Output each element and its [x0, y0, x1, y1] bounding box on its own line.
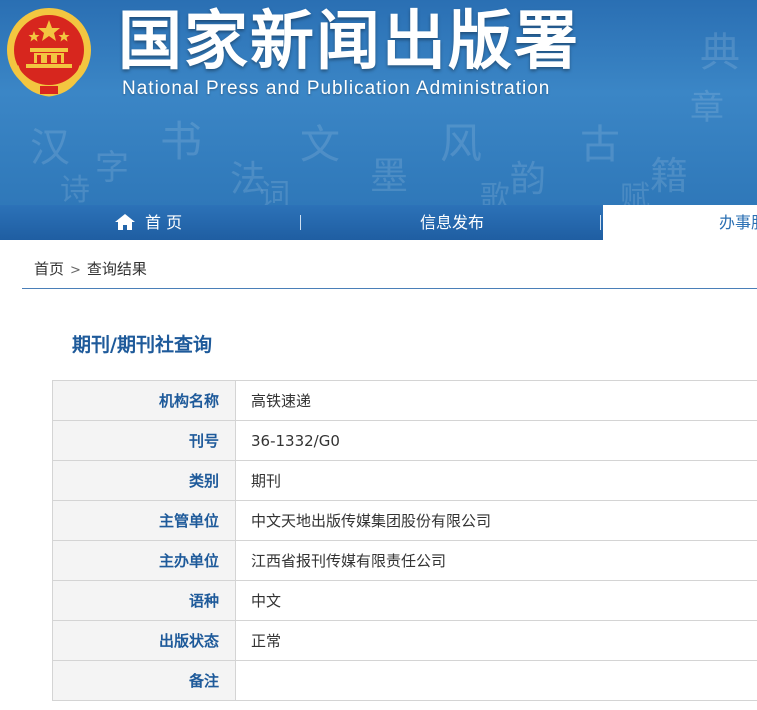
site-title-cn: 国家新闻出版署 [118, 5, 580, 79]
row-value: 高铁速递 [235, 380, 757, 421]
row-value: 正常 [235, 620, 757, 661]
site-title-en: National Press and Publication Administr… [122, 78, 551, 99]
row-label: 出版状态 [52, 620, 236, 661]
nav-divider [600, 215, 601, 230]
row-label: 备注 [52, 660, 236, 701]
nav-divider [300, 215, 301, 230]
nav-item-info[interactable]: 信息发布 [420, 205, 484, 240]
nav-home-label: 首 页 [145, 213, 183, 232]
row-label: 主办单位 [52, 540, 236, 581]
row-value: 江西省报刊传媒有限责任公司 [235, 540, 757, 581]
nav-services-label: 办事服务 [719, 213, 757, 232]
row-label: 主管单位 [52, 500, 236, 541]
row-value [235, 660, 757, 701]
main-nav: 首 页 信息发布 办事服务 [0, 205, 757, 240]
result-table: 机构名称 高铁速递 刊号 36-1332/G0 类别 期刊 主管单位 中文天地出版传媒集团股份… [52, 380, 757, 701]
row-label: 语种 [52, 580, 236, 621]
table-row: 刊号 36-1332/G0 [52, 420, 757, 461]
site-header: 汉 字 书 法 文 墨 风 韵 古 籍 典 章 诗 词 歌 赋 国家新闻出版署 … [0, 0, 757, 205]
row-value: 36-1332/G0 [235, 420, 757, 461]
table-row: 类别 期刊 [52, 460, 757, 501]
nav-item-home[interactable]: 首 页 [115, 205, 182, 240]
nav-info-label: 信息发布 [420, 213, 485, 232]
row-value: 中文 [235, 580, 757, 621]
breadcrumb-separator: > [70, 263, 81, 278]
table-row: 主管单位 中文天地出版传媒集团股份有限公司 [52, 500, 757, 541]
row-label: 类别 [52, 460, 236, 501]
row-value: 中文天地出版传媒集团股份有限公司 [235, 500, 757, 541]
row-label: 刊号 [52, 420, 236, 461]
national-emblem-icon [7, 8, 91, 97]
breadcrumb: 首页 > 查询结果 [34, 258, 147, 279]
table-row: 主办单位 江西省报刊传媒有限责任公司 [52, 540, 757, 581]
page-title: 期刊/期刊社查询 [72, 334, 212, 356]
row-label: 机构名称 [52, 380, 236, 421]
table-row: 语种 中文 [52, 580, 757, 621]
breadcrumb-home-link[interactable]: 首页 [34, 260, 64, 278]
table-row: 备注 [52, 660, 757, 701]
table-row: 机构名称 高铁速递 [52, 380, 757, 421]
table-row: 出版状态 正常 [52, 620, 757, 661]
home-icon [115, 213, 135, 230]
row-value: 期刊 [235, 460, 757, 501]
breadcrumb-divider [22, 288, 757, 289]
nav-item-services[interactable]: 办事服务 [603, 205, 757, 240]
breadcrumb-current: 查询结果 [86, 260, 147, 278]
